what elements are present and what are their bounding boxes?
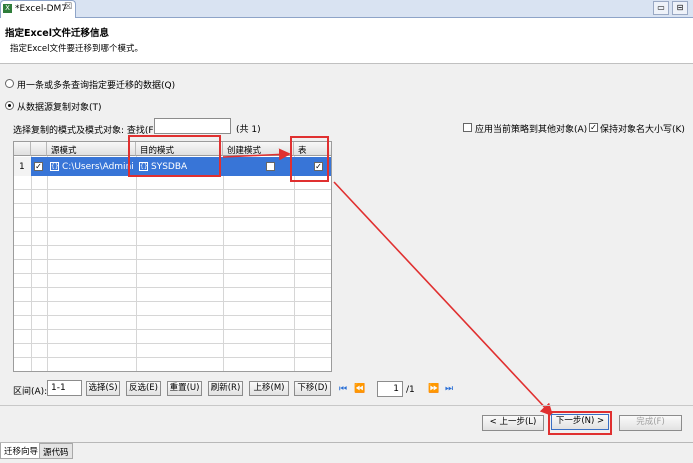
range-input[interactable]: 1-1	[47, 380, 82, 396]
select-button[interactable]: 选择(S)	[86, 381, 120, 396]
move-up-button[interactable]: 上移(M)	[249, 381, 289, 396]
next-page-icon[interactable]: ⏩	[428, 384, 439, 394]
arrow-to-next	[333, 181, 554, 417]
first-page-icon[interactable]: ⏮	[338, 384, 348, 394]
bottom-tab-bar	[0, 442, 693, 463]
arrow-to-table	[222, 148, 291, 161]
footer-divider	[0, 405, 693, 406]
range-label: 区间(A):	[13, 387, 48, 397]
last-page-icon[interactable]: ⏭	[444, 384, 454, 394]
previous-page-icon[interactable]: ⏪	[354, 384, 365, 394]
page-input[interactable]: 1	[377, 381, 403, 397]
invert-selection-button[interactable]: 反选(E)	[126, 381, 161, 396]
refresh-button[interactable]: 刷新(R)	[208, 381, 243, 396]
tab-source-code[interactable]: 源代码	[39, 443, 73, 459]
back-button[interactable]: < 上一步(L)	[482, 415, 544, 431]
page-total: /1	[406, 385, 415, 395]
finish-button[interactable]: 完成(F)	[619, 415, 682, 431]
tab-migration-wizard[interactable]: 迁移向导	[0, 443, 43, 459]
reset-button[interactable]: 重置(U)	[167, 381, 202, 396]
next-button[interactable]: 下一步(N) >	[551, 414, 609, 430]
move-down-button[interactable]: 下移(D)	[294, 381, 331, 396]
